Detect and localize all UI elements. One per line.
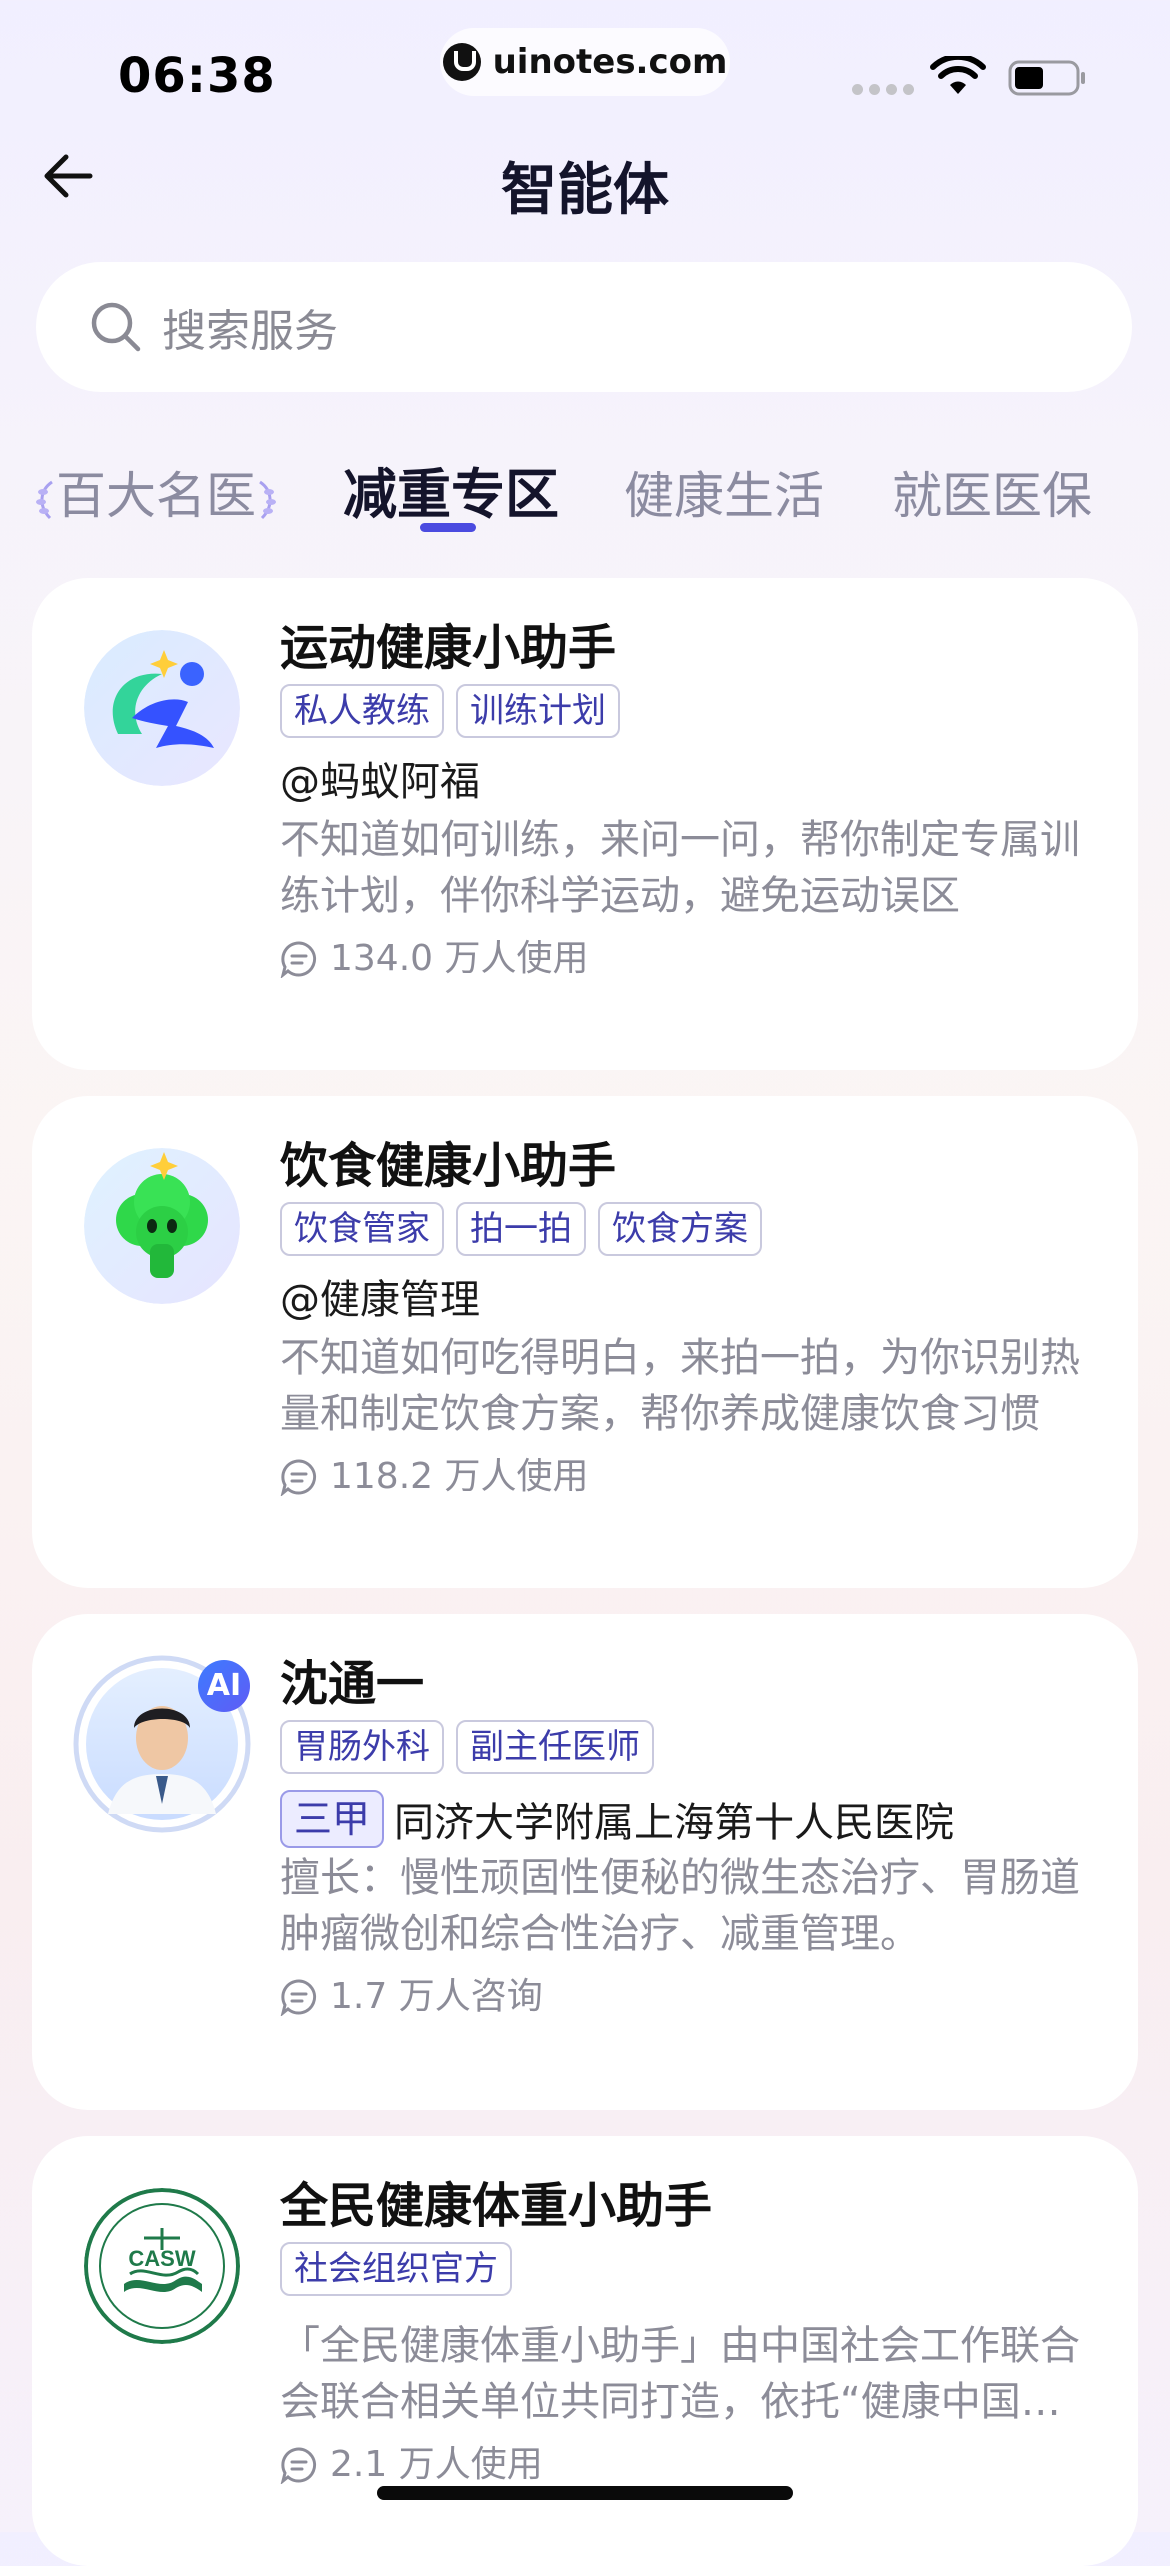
casw-logo-icon: CASW: [84, 2188, 240, 2344]
usage-count: 2.1 万人使用: [330, 2444, 543, 2485]
usage-stat: 118.2 万人使用: [280, 1452, 1094, 1502]
usage-stat: 1.7 万人咨询: [280, 1972, 1094, 2022]
doctor-avatar: AI: [72, 1654, 252, 1834]
search-input[interactable]: 搜索服务: [36, 262, 1132, 392]
usage-count: 1.7 万人咨询: [330, 1976, 543, 2017]
battery-icon: [1008, 60, 1085, 96]
card-author: @蚂蚁阿福: [280, 759, 480, 805]
chat-bubble-icon: [280, 941, 317, 978]
usage-stat: 2.1 万人使用: [280, 2440, 1094, 2490]
tag-row: 私人教练 训练计划: [280, 684, 1094, 738]
chat-bubble-icon: [280, 2447, 317, 2484]
tag-row: 社会组织官方: [280, 2242, 1094, 2296]
signal-dots-icon: [852, 84, 914, 95]
agent-card-exercise[interactable]: 运动健康小助手 私人教练 训练计划 @蚂蚁阿福 不知道如何训练，来问一问，帮你制…: [32, 578, 1138, 1070]
tag: 训练计划: [456, 684, 620, 738]
tag-row: 饮食管家 拍一拍 饮食方案: [280, 1202, 1094, 1256]
active-tab-indicator: [420, 523, 476, 532]
status-time: 06:38: [118, 48, 276, 104]
tab-medical-insurance[interactable]: 就医医保: [892, 456, 1092, 528]
hospital-row: 三甲 同济大学附属上海第十人民医院: [280, 1790, 1094, 1848]
search-icon: [91, 302, 141, 352]
tag: 社会组织官方: [280, 2242, 512, 2296]
chat-bubble-icon: [280, 1979, 317, 2016]
tag-row: 胃肠外科 副主任医师: [280, 1720, 1094, 1774]
usage-count: 118.2 万人使用: [330, 1456, 589, 1497]
card-title: 饮食健康小助手: [280, 1138, 617, 1194]
laurel-right-icon: [259, 480, 276, 519]
usage-stat: 134.0 万人使用: [280, 934, 1094, 984]
agent-card-doctor[interactable]: AI 沈通一 胃肠外科 副主任医师 三甲 同济大学附属上海第十人民医院 擅长：慢…: [32, 1614, 1138, 2110]
broccoli-icon: [84, 1148, 240, 1304]
card-body: 饮食健康小助手 饮食管家 拍一拍 饮食方案 @健康管理 不知道如何吃得明白，来拍…: [280, 1136, 1094, 1502]
wifi-icon: [930, 56, 986, 94]
tag-title: 副主任医师: [456, 1720, 654, 1774]
laurel-left-icon: [36, 480, 53, 519]
url-pill[interactable]: uinotes.com: [440, 28, 730, 96]
home-indicator[interactable]: [377, 2486, 793, 2500]
ai-badge: AI: [198, 1660, 250, 1712]
card-description: 「全民健康体重小助手」由中国社会工作联合会联合相关单位共同打造，依托“健康中国行…: [280, 2323, 1080, 2425]
site-logo-icon: [442, 43, 481, 81]
tag: 私人教练: [280, 684, 444, 738]
logo-text: CASW: [128, 2246, 195, 2271]
tag: 饮食管家: [280, 1202, 444, 1256]
card-title: 运动健康小助手: [280, 620, 617, 676]
card-description: 不知道如何训练，来问一问，帮你制定专属训练计划，伴你科学运动，避免运动误区: [280, 817, 1080, 919]
card-author: @健康管理: [280, 1277, 480, 1323]
page-title: 智能体: [501, 158, 669, 223]
usage-count: 134.0 万人使用: [330, 938, 589, 979]
card-description: 擅长：慢性顽固性便秘的微生态治疗、胃肠道肿瘤微创和综合性治疗、减重管理。: [280, 1855, 1080, 1957]
running-figure-icon: [84, 630, 240, 786]
tag: 饮食方案: [598, 1202, 762, 1256]
agent-card-diet[interactable]: 饮食健康小助手 饮食管家 拍一拍 饮食方案 @健康管理 不知道如何吃得明白，来拍…: [32, 1096, 1138, 1588]
doctor-name: 沈通一: [280, 1656, 425, 1712]
search-placeholder: 搜索服务: [162, 306, 338, 357]
tag: 拍一拍: [456, 1202, 586, 1256]
card-body: 沈通一 胃肠外科 副主任医师 三甲 同济大学附属上海第十人民医院 擅长：慢性顽固…: [280, 1654, 1094, 2022]
card-body: 全民健康体重小助手 社会组织官方 「全民健康体重小助手」由中国社会工作联合会联合…: [280, 2176, 1094, 2490]
card-body: 运动健康小助手 私人教练 训练计划 @蚂蚁阿福 不知道如何训练，来问一问，帮你制…: [280, 618, 1094, 984]
tab-healthy-living[interactable]: 健康生活: [624, 456, 824, 528]
tag-department: 胃肠外科: [280, 1720, 444, 1774]
chat-bubble-icon: [280, 1459, 317, 1496]
tab-famous-doctors[interactable]: 百大名医: [34, 456, 278, 528]
card-title: 全民健康体重小助手: [280, 2178, 713, 2234]
tab-label: 百大名医: [56, 467, 256, 525]
category-tabs: 百大名医 减重专区 健康生活 就医医保: [0, 450, 1170, 550]
hospital-name: 同济大学附属上海第十人民医院: [394, 1800, 955, 1846]
tab-weight-loss[interactable]: 减重专区: [343, 450, 559, 529]
card-description: 不知道如何吃得明白，来拍一拍，为你识别热量和制定饮食方案，帮你养成健康饮食习惯: [280, 1335, 1080, 1437]
status-bar: 06:38 uinotes.com: [0, 0, 1170, 150]
hospital-level-badge: 三甲: [280, 1790, 385, 1848]
agent-card-weight-helper[interactable]: CASW 全民健康体重小助手 社会组织官方 「全民健康体重小助手」由中国社会工作…: [32, 2136, 1138, 2566]
url-text: uinotes.com: [492, 42, 728, 82]
